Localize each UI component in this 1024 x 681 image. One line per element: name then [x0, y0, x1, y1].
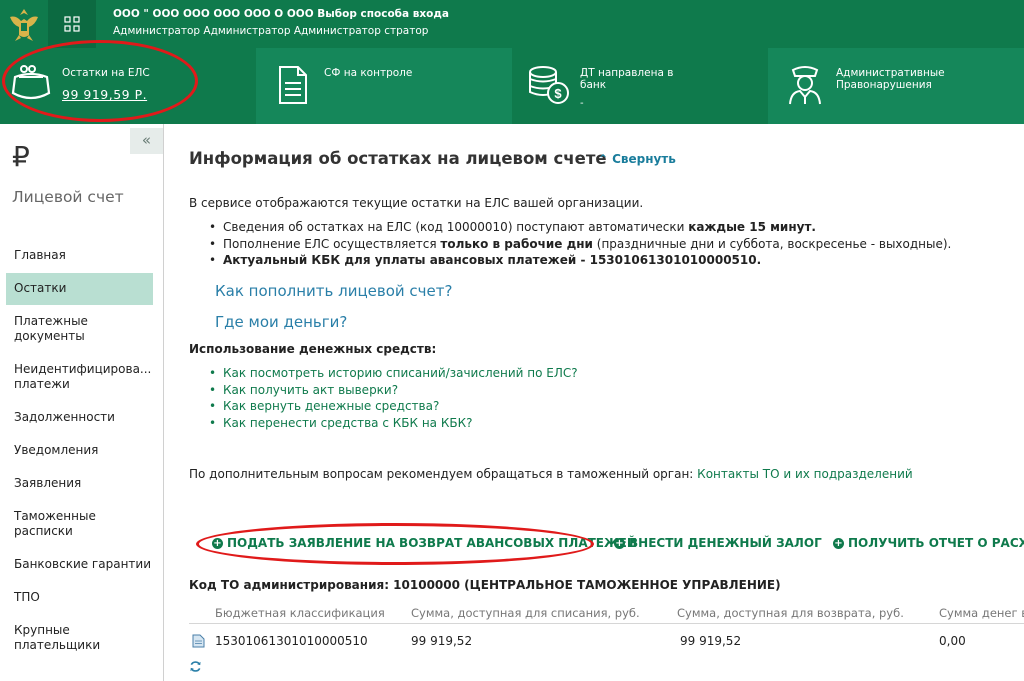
plus-circle-icon: + [833, 537, 844, 549]
sidebar-item-customs-receipts[interactable]: Таможенные расписки [6, 509, 153, 539]
annotation-oval-balance [2, 40, 198, 122]
expense-report-label: ПОЛУЧИТЬ ОТЧЕТ О РАСХОДО [848, 536, 1024, 550]
annotation-oval-refund [196, 523, 594, 565]
user-role: Администратор Администратор Администрато… [113, 25, 429, 37]
ruble-icon: ₽ [12, 140, 30, 173]
tile-declaration-label: ДТ направлена в банк [580, 67, 674, 91]
sidebar-item-tpo[interactable]: ТПО [6, 590, 153, 605]
tile-declaration-sub: - [580, 98, 584, 109]
tile-admin-offenses[interactable]: Административные Правонарушения [768, 48, 1024, 124]
tile-invoices-label: СФ на контроле [324, 67, 413, 79]
top-header: ООО " ООО ООО ООО ООО О ООО Выбор способ… [0, 0, 1024, 48]
officer-icon [782, 62, 828, 108]
plus-circle-icon: + [614, 537, 625, 549]
table-row[interactable]: 15301061301010000510 99 919,52 99 919,52… [189, 626, 1024, 654]
usage-title: Использование денежных средств: [189, 342, 437, 356]
column-header-return[interactable]: Сумма, доступная для возврата, руб. [677, 606, 904, 620]
where-money-link[interactable]: Где мои деньги? [215, 313, 347, 331]
intro-text: В сервисе отображаются текущие остатки н… [189, 196, 644, 210]
usage-links: Как посмотреть историю списаний/зачислен… [209, 366, 578, 433]
column-header-money[interactable]: Сумма денег в [939, 606, 1024, 620]
organization-name[interactable]: ООО " ООО ООО ООО ООО О ООО Выбор способ… [113, 8, 449, 20]
chevron-up-icon: ⌃ [598, 152, 609, 166]
tile-declaration-bank[interactable]: $ ДТ направлена в банк - [512, 48, 768, 124]
document-icon [270, 62, 316, 108]
page-title: Информация об остатках на лицевом счете [189, 149, 607, 168]
return-funds-link[interactable]: Как вернуть денежные средства? [223, 399, 439, 413]
sidebar-item-notifications[interactable]: Уведомления [6, 443, 153, 458]
tile-invoices-control[interactable]: СФ на контроле [256, 48, 512, 124]
emblem-logo [0, 0, 48, 48]
sidebar-item-large-payers[interactable]: Крупные плательщики [6, 623, 153, 653]
svg-text:$: $ [554, 86, 562, 101]
sidebar-item-balances[interactable]: Остатки [6, 273, 153, 305]
eagle-emblem-icon [10, 9, 38, 41]
history-link[interactable]: Как посмотреть историю списаний/зачислен… [223, 366, 578, 380]
reconciliation-act-link[interactable]: Как получить акт выверки? [223, 383, 398, 397]
collapse-info-label: Свернуть [612, 152, 676, 166]
table-header: Бюджетная классификация Сумма, доступная… [189, 598, 1024, 624]
info-bullet: Пополнение ЕЛС осуществляется только в р… [209, 237, 951, 252]
sidebar-item-debts[interactable]: Задолженности [6, 410, 153, 425]
sidebar-item-unidentified-payments[interactable]: Неидентифицирова... платежи [6, 362, 153, 392]
contacts-text: По дополнительным вопросам рекомендуем о… [189, 467, 698, 481]
refresh-icon[interactable] [189, 658, 202, 677]
list-item: Как получить акт выверки? [209, 383, 578, 398]
column-header-kbk[interactable]: Бюджетная классификация [215, 606, 385, 620]
apps-grid-icon [64, 16, 80, 32]
deposit-label: ВНЕСТИ ДЕНЕЖНЫЙ ЗАЛОГ [629, 536, 822, 550]
cell-kbk: 15301061301010000510 [215, 634, 368, 648]
list-item: Как перенести средства с КБК на КБК? [209, 416, 578, 431]
sidebar-item-main[interactable]: Главная [6, 248, 153, 263]
list-item: Как вернуть денежные средства? [209, 399, 578, 414]
sidebar-item-payment-documents[interactable]: Платежные документы [6, 314, 153, 344]
contacts-line: По дополнительным вопросам рекомендуем о… [189, 467, 913, 481]
column-header-writeoff[interactable]: Сумма, доступная для списания, руб. [411, 606, 640, 620]
transfer-kbk-link[interactable]: Как перенести средства с КБК на КБК? [223, 416, 472, 430]
contacts-link[interactable]: Контакты ТО и их подразделений [697, 467, 913, 481]
collapse-info-link[interactable]: ⌃ Свернуть [598, 152, 676, 166]
coins-icon: $ [526, 62, 572, 108]
file-icon[interactable] [192, 634, 205, 651]
sidebar-item-bank-guarantees[interactable]: Банковские гарантии [6, 557, 153, 572]
info-bullet: Сведения об остатках на ЕЛС (код 1000001… [209, 220, 951, 235]
cell-return: 99 919,52 [680, 634, 742, 648]
topup-account-link[interactable]: Как пополнить лицевой счет? [215, 282, 452, 300]
sidebar-collapse-button[interactable]: « [130, 128, 163, 154]
sidebar-title: Лицевой счет [12, 188, 124, 206]
tile-admin-label: Административные Правонарушения [836, 67, 945, 91]
list-item: Как посмотреть историю списаний/зачислен… [209, 366, 578, 381]
sidebar-item-applications[interactable]: Заявления [6, 476, 153, 491]
cell-writeoff: 99 919,52 [411, 634, 473, 648]
cell-money: 0,00 [939, 634, 966, 648]
admin-code: Код ТО администрирования: 10100000 (ЦЕНТ… [189, 578, 781, 592]
deposit-button[interactable]: + ВНЕСТИ ДЕНЕЖНЫЙ ЗАЛОГ [614, 536, 822, 550]
info-bullet: Актуальный КБК для уплаты авансовых плат… [209, 253, 951, 268]
expense-report-button[interactable]: + ПОЛУЧИТЬ ОТЧЕТ О РАСХОДО [833, 536, 1024, 550]
info-bullets: Сведения об остатках на ЕЛС (код 1000001… [209, 220, 951, 271]
